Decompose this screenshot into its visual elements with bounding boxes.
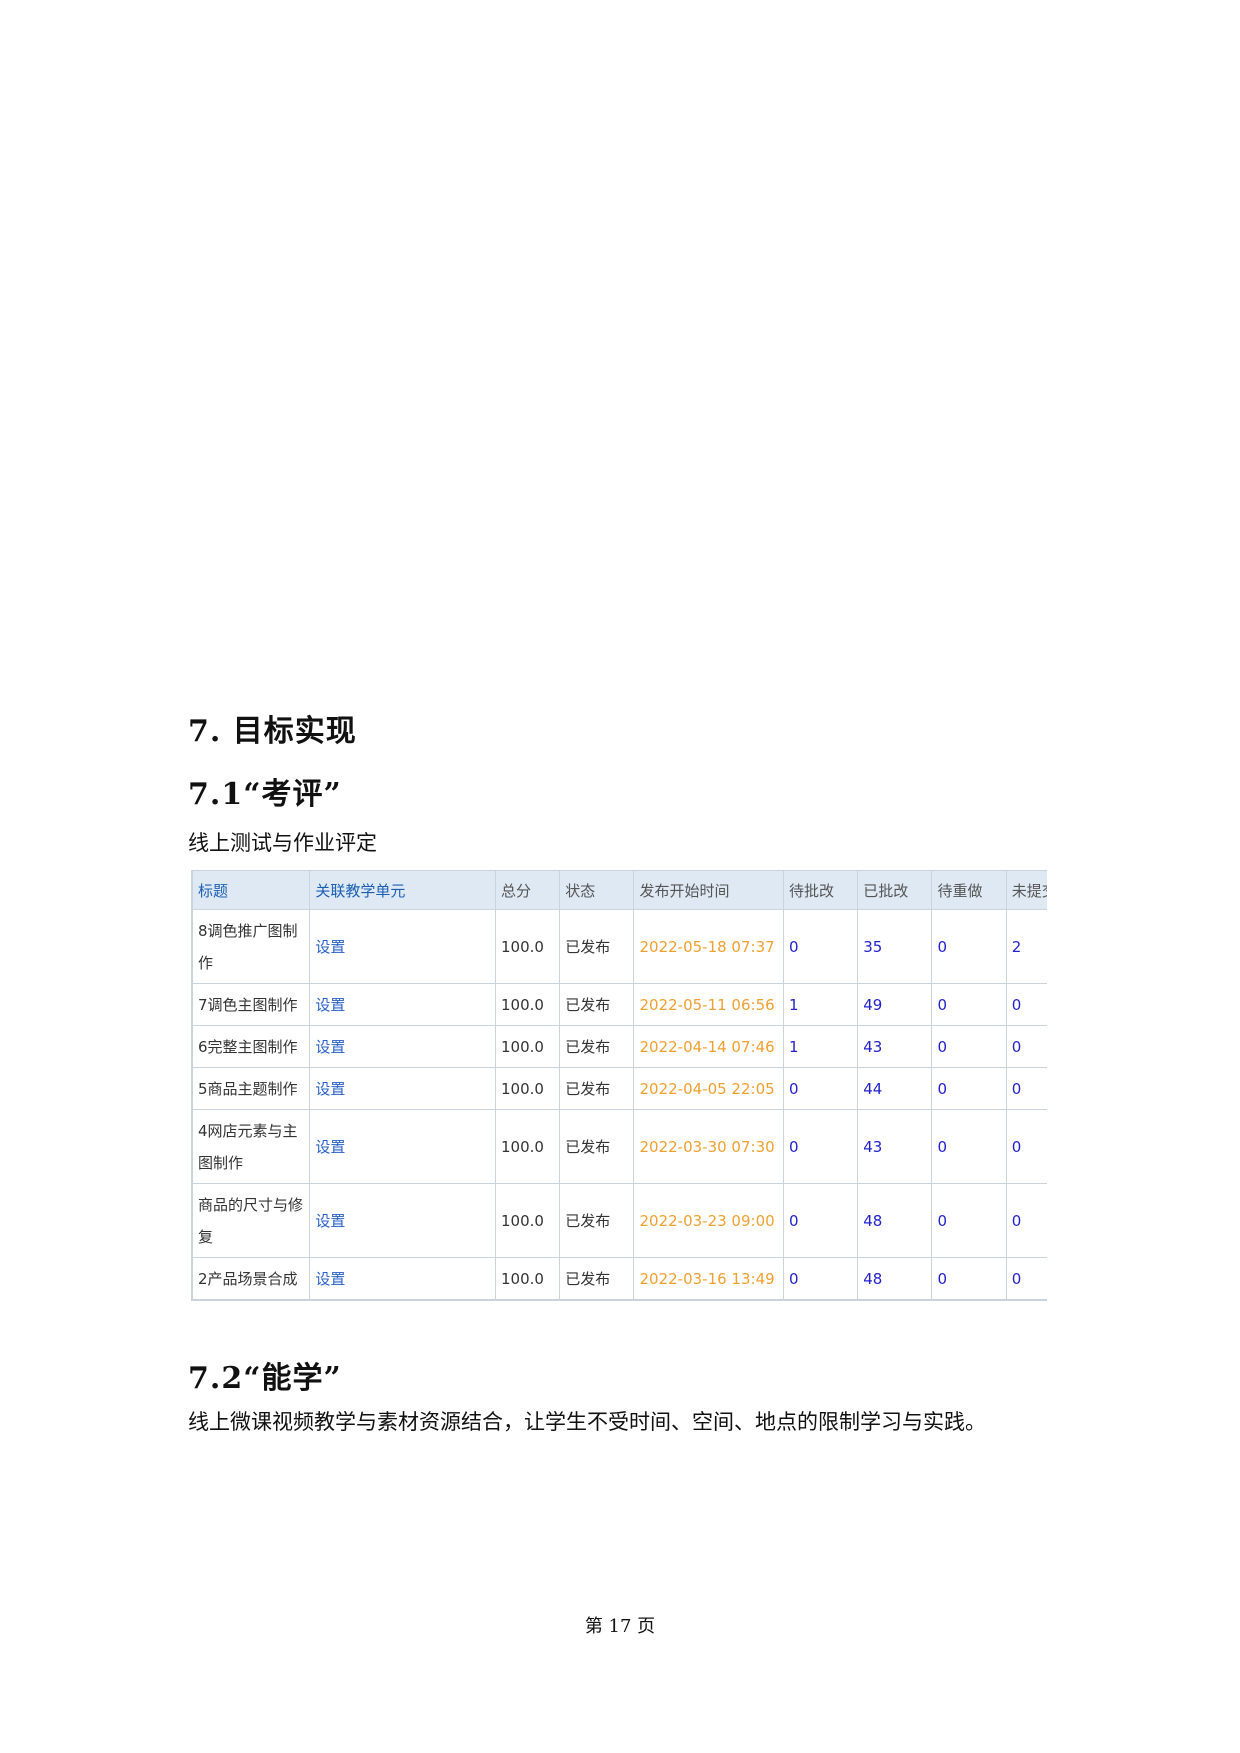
redo-count[interactable]: 0 bbox=[931, 1067, 1007, 1110]
graded-count[interactable]: 49 bbox=[857, 983, 933, 1026]
pending-count[interactable]: 1 bbox=[782, 1025, 859, 1068]
unit-settings-link[interactable]: 设置 bbox=[309, 1109, 497, 1184]
total-score: 100.0 bbox=[495, 909, 561, 984]
header-publish-time: 发布开始时间 bbox=[633, 870, 784, 910]
assignment-table: 标题 关联教学单元 总分 状态 发布开始时间 待批改 已批改 待重做 未提交 8… bbox=[192, 870, 1047, 1300]
header-redo: 待重做 bbox=[931, 870, 1007, 910]
status: 已发布 bbox=[559, 909, 635, 984]
publish-time: 2022-04-14 07:46 bbox=[633, 1025, 784, 1068]
unit-settings-link[interactable]: 设置 bbox=[309, 1025, 497, 1068]
publish-time: 2022-05-18 07:37 bbox=[633, 909, 784, 984]
section-heading: 7. 目标实现 bbox=[188, 714, 357, 749]
pending-count[interactable]: 0 bbox=[782, 909, 859, 984]
assignment-table-screenshot: 标题 关联教学单元 总分 状态 发布开始时间 待批改 已批改 待重做 未提交 8… bbox=[191, 870, 1047, 1301]
assignment-title: 商品的尺寸与修复 bbox=[192, 1183, 311, 1258]
page-number: 第 17 页 bbox=[584, 1616, 656, 1637]
redo-count[interactable]: 0 bbox=[931, 909, 1007, 984]
total-score: 100.0 bbox=[495, 1183, 561, 1258]
table-header-row: 标题 关联教学单元 总分 状态 发布开始时间 待批改 已批改 待重做 未提交 bbox=[192, 870, 1047, 910]
status: 已发布 bbox=[559, 983, 635, 1026]
status: 已发布 bbox=[559, 1257, 635, 1300]
assignment-title: 7调色主图制作 bbox=[192, 983, 311, 1026]
header-unsubmitted: 未提交 bbox=[1005, 870, 1047, 910]
table-row: 8调色推广图制作 设置 100.0 已发布 2022-05-18 07:37 0… bbox=[192, 909, 1047, 984]
redo-count[interactable]: 0 bbox=[931, 1109, 1007, 1184]
redo-count[interactable]: 0 bbox=[931, 1025, 1007, 1068]
redo-count[interactable]: 0 bbox=[931, 1183, 1007, 1258]
pending-count[interactable]: 0 bbox=[782, 1183, 859, 1258]
assignment-title: 5商品主题制作 bbox=[192, 1067, 311, 1110]
total-score: 100.0 bbox=[495, 983, 561, 1026]
graded-count[interactable]: 48 bbox=[857, 1183, 933, 1258]
evaluation-description: 线上测试与作业评定 bbox=[188, 831, 377, 855]
unsubmitted-count[interactable]: 0 bbox=[1005, 1109, 1047, 1184]
subsection-heading-learning: 7.2“能学” bbox=[188, 1361, 342, 1396]
unsubmitted-count[interactable]: 0 bbox=[1005, 1025, 1047, 1068]
graded-count[interactable]: 43 bbox=[857, 1109, 933, 1184]
graded-count[interactable]: 48 bbox=[857, 1257, 933, 1300]
unsubmitted-count[interactable]: 0 bbox=[1005, 1257, 1047, 1300]
pending-count[interactable]: 1 bbox=[782, 983, 859, 1026]
table-row: 商品的尺寸与修复 设置 100.0 已发布 2022-03-23 09:00 0… bbox=[192, 1183, 1047, 1258]
unit-settings-link[interactable]: 设置 bbox=[309, 983, 497, 1026]
status: 已发布 bbox=[559, 1067, 635, 1110]
pending-count[interactable]: 0 bbox=[782, 1067, 859, 1110]
graded-count[interactable]: 35 bbox=[857, 909, 933, 984]
assignment-title: 6完整主图制作 bbox=[192, 1025, 311, 1068]
unsubmitted-count[interactable]: 2 bbox=[1005, 909, 1047, 984]
assignment-title: 8调色推广图制作 bbox=[192, 909, 311, 984]
publish-time: 2022-05-11 06:56 bbox=[633, 983, 784, 1026]
table-row: 7调色主图制作 设置 100.0 已发布 2022-05-11 06:56 1 … bbox=[192, 983, 1047, 1026]
pending-count[interactable]: 0 bbox=[782, 1109, 859, 1184]
unit-settings-link[interactable]: 设置 bbox=[309, 1257, 497, 1300]
learning-description: 线上微课视频教学与素材资源结合，让学生不受时间、空间、地点的限制学习与实践。 bbox=[188, 1410, 986, 1434]
header-teaching-unit[interactable]: 关联教学单元 bbox=[309, 870, 497, 910]
redo-count[interactable]: 0 bbox=[931, 1257, 1007, 1300]
assignment-title: 4网店元素与主图制作 bbox=[192, 1109, 311, 1184]
status: 已发布 bbox=[559, 1025, 635, 1068]
unsubmitted-count[interactable]: 0 bbox=[1005, 1067, 1047, 1110]
publish-time: 2022-03-16 13:49 bbox=[633, 1257, 784, 1300]
table-row: 6完整主图制作 设置 100.0 已发布 2022-04-14 07:46 1 … bbox=[192, 1025, 1047, 1068]
unsubmitted-count[interactable]: 0 bbox=[1005, 983, 1047, 1026]
unit-settings-link[interactable]: 设置 bbox=[309, 1067, 497, 1110]
graded-count[interactable]: 44 bbox=[857, 1067, 933, 1110]
unit-settings-link[interactable]: 设置 bbox=[309, 909, 497, 984]
header-graded: 已批改 bbox=[857, 870, 933, 910]
header-pending: 待批改 bbox=[782, 870, 859, 910]
header-title[interactable]: 标题 bbox=[192, 870, 311, 910]
pending-count[interactable]: 0 bbox=[782, 1257, 859, 1300]
publish-time: 2022-03-23 09:00 bbox=[633, 1183, 784, 1258]
total-score: 100.0 bbox=[495, 1025, 561, 1068]
status: 已发布 bbox=[559, 1183, 635, 1258]
header-score: 总分 bbox=[495, 870, 561, 910]
status: 已发布 bbox=[559, 1109, 635, 1184]
header-status: 状态 bbox=[559, 870, 635, 910]
publish-time: 2022-04-05 22:05 bbox=[633, 1067, 784, 1110]
unsubmitted-count[interactable]: 0 bbox=[1005, 1183, 1047, 1258]
total-score: 100.0 bbox=[495, 1109, 561, 1184]
subsection-heading-evaluation: 7.1“考评” bbox=[188, 777, 342, 812]
graded-count[interactable]: 43 bbox=[857, 1025, 933, 1068]
assignment-title: 2产品场景合成 bbox=[192, 1257, 311, 1300]
total-score: 100.0 bbox=[495, 1257, 561, 1300]
publish-time: 2022-03-30 07:30 bbox=[633, 1109, 784, 1184]
table-row: 4网店元素与主图制作 设置 100.0 已发布 2022-03-30 07:30… bbox=[192, 1109, 1047, 1184]
table-row: 5商品主题制作 设置 100.0 已发布 2022-04-05 22:05 0 … bbox=[192, 1067, 1047, 1110]
unit-settings-link[interactable]: 设置 bbox=[309, 1183, 497, 1258]
redo-count[interactable]: 0 bbox=[931, 983, 1007, 1026]
total-score: 100.0 bbox=[495, 1067, 561, 1110]
table-row: 2产品场景合成 设置 100.0 已发布 2022-03-16 13:49 0 … bbox=[192, 1257, 1047, 1300]
